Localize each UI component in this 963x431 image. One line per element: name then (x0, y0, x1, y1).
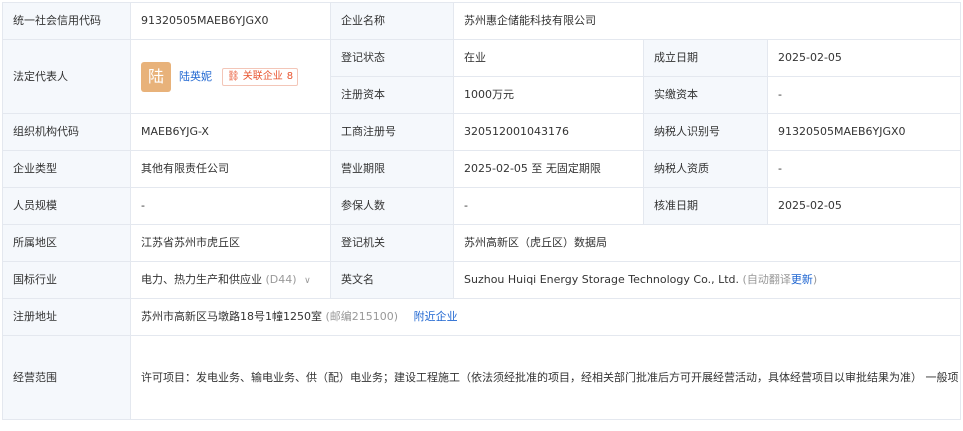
est-date-value: 2025-02-05 (767, 39, 961, 77)
table-row: 所属地区 江苏省苏州市虎丘区 登记机关 苏州高新区（虎丘区）数据局 (2, 224, 961, 262)
legal-rep-cell: 陆 陆英妮 ⛓ 关联企业 8 (130, 39, 331, 114)
legal-rep-label: 法定代表人 (2, 39, 131, 114)
address-cell: 苏州市高新区马墩路18号1幢1250室 (邮编215100) 附近企业 (130, 298, 961, 336)
address-label: 注册地址 (2, 298, 131, 336)
org-code-label: 组织机构代码 (2, 113, 131, 151)
credit-code-value: 91320505MAEB6YJGX0 (130, 2, 331, 40)
company-name-value: 苏州惠企储能科技有限公司 (453, 2, 961, 40)
update-link[interactable]: 更新 (791, 273, 813, 286)
company-info-table: 统一社会信用代码 91320505MAEB6YJGX0 企业名称 苏州惠企储能科… (2, 2, 961, 420)
staff-size-label: 人员规模 (2, 187, 131, 225)
taxpayer-id-value: 91320505MAEB6YJGX0 (767, 113, 961, 151)
reg-status-label: 登记状态 (330, 39, 454, 77)
staff-size-value: - (130, 187, 331, 225)
auto-translate-note: (自动翻译 (742, 273, 791, 286)
english-name-cell: Suzhou Huiqi Energy Storage Technology C… (453, 261, 961, 299)
english-name-value: Suzhou Huiqi Energy Storage Technology C… (464, 273, 740, 286)
table-row: 国标行业 电力、热力生产和供应业 (D44) ∨ 英文名 Suzhou Huiq… (2, 261, 961, 299)
reg-authority-value: 苏州高新区（虎丘区）数据局 (453, 224, 961, 262)
table-row: 注册地址 苏州市高新区马墩路18号1幢1250室 (邮编215100) 附近企业 (2, 298, 961, 336)
company-type-value: 其他有限责任公司 (130, 150, 331, 188)
org-code-value: MAEB6YJG-X (130, 113, 331, 151)
english-name-label: 英文名 (330, 261, 454, 299)
reg-authority-label: 登记机关 (330, 224, 454, 262)
legal-rep-name-link[interactable]: 陆英妮 (179, 69, 212, 85)
reg-capital-label: 注册资本 (330, 76, 454, 114)
nearby-companies-link[interactable]: 附近企业 (414, 310, 458, 323)
paid-capital-label: 实缴资本 (643, 76, 768, 114)
address-value: 苏州市高新区马墩路18号1幢1250室 (141, 310, 322, 323)
avatar[interactable]: 陆 (141, 61, 171, 92)
table-row: 人员规模 - 参保人数 - 核准日期 2025-02-05 (2, 187, 961, 225)
link-icon: ⛓ (227, 70, 240, 82)
insured-value: - (453, 187, 644, 225)
approval-date-label: 核准日期 (643, 187, 768, 225)
region-value: 江苏省苏州市虎丘区 (130, 224, 331, 262)
reg-capital-value: 1000万元 (453, 76, 644, 114)
related-label: 关联企业 (242, 70, 283, 82)
biz-term-value: 2025-02-05 至 无固定期限 (453, 150, 644, 188)
scope-value: 许可项目：发电业务、输电业务、供（配）电业务；建设工程施工（依法须经批准的项目，… (130, 335, 961, 420)
table-row: 统一社会信用代码 91320505MAEB6YJGX0 企业名称 苏州惠企储能科… (2, 2, 961, 40)
insured-label: 参保人数 (330, 187, 454, 225)
taxpayer-id-label: 纳税人识别号 (643, 113, 768, 151)
table-row: 组织机构代码 MAEB6YJG-X 工商注册号 320512001043176 … (2, 113, 961, 151)
biz-reg-no-label: 工商注册号 (330, 113, 454, 151)
industry-code: (D44) (265, 272, 297, 286)
industry-cell[interactable]: 电力、热力生产和供应业 (D44) ∨ (130, 261, 331, 299)
industry-value: 电力、热力生产和供应业 (141, 272, 262, 286)
company-name-label: 企业名称 (330, 2, 454, 40)
table-row: 法定代表人 陆 陆英妮 ⛓ 关联企业 8 登记状态 在业 成立日期 2025-0… (2, 39, 961, 114)
taxpayer-qual-value: - (767, 150, 961, 188)
est-date-label: 成立日期 (643, 39, 768, 77)
note-close: ) (812, 273, 818, 286)
table-row: 经营范围 许可项目：发电业务、输电业务、供（配）电业务；建设工程施工（依法须经批… (2, 335, 961, 420)
related-companies-badge[interactable]: ⛓ 关联企业 8 (222, 67, 299, 86)
region-label: 所属地区 (2, 224, 131, 262)
taxpayer-qual-label: 纳税人资质 (643, 150, 768, 188)
related-count: 8 (286, 70, 294, 82)
industry-label: 国标行业 (2, 261, 131, 299)
credit-code-label: 统一社会信用代码 (2, 2, 131, 40)
reg-status-value: 在业 (453, 39, 644, 77)
paid-capital-value: - (767, 76, 961, 114)
biz-reg-no-value: 320512001043176 (453, 113, 644, 151)
chevron-down-icon[interactable]: ∨ (304, 276, 311, 286)
table-row: 企业类型 其他有限责任公司 营业期限 2025-02-05 至 无固定期限 纳税… (2, 150, 961, 188)
biz-term-label: 营业期限 (330, 150, 454, 188)
scope-label: 经营范围 (2, 335, 131, 420)
postcode: (邮编215100) (325, 310, 399, 323)
approval-date-value: 2025-02-05 (767, 187, 961, 225)
company-type-label: 企业类型 (2, 150, 131, 188)
